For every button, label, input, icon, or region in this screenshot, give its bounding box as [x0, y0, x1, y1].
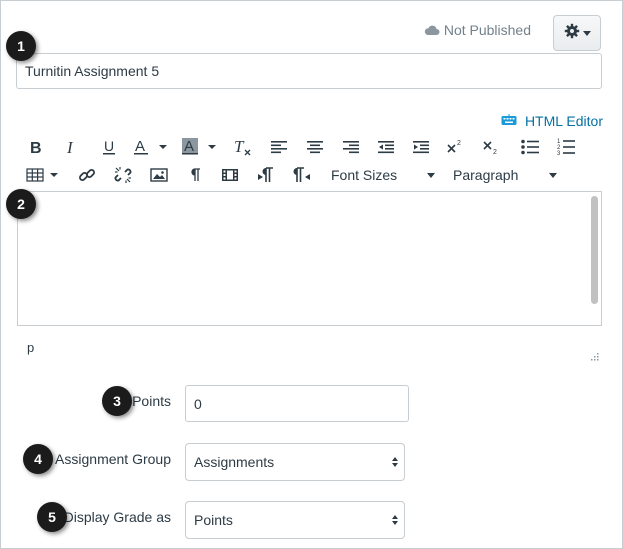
editor-scrollbar[interactable] [591, 196, 598, 304]
cloud-icon [424, 24, 440, 36]
paragraph-mark-button[interactable] [183, 164, 207, 186]
assignment-title-input[interactable] [16, 53, 602, 89]
chevron-down-icon [582, 30, 591, 36]
unlink-button[interactable] [111, 164, 135, 186]
html-editor-label: HTML Editor [524, 113, 603, 129]
numbered-list-button[interactable]: 123 [554, 136, 578, 158]
assignment-group-label: Assignment Group [55, 451, 171, 467]
align-center-button[interactable] [303, 136, 327, 158]
gear-icon [564, 23, 580, 44]
outdent-button[interactable] [374, 136, 398, 158]
italic-button[interactable]: I [60, 136, 84, 158]
rich-text-editor-body[interactable] [17, 191, 602, 326]
display-grade-label: Display Grade as [63, 509, 171, 525]
publish-status: Not Published [424, 22, 531, 38]
assignment-group-value: Assignments [194, 454, 275, 470]
bold-button[interactable]: B [24, 136, 48, 158]
paragraph-label: Paragraph [453, 167, 519, 183]
media-button[interactable] [218, 164, 242, 186]
editor-element-path: p [27, 340, 35, 355]
display-grade-select[interactable]: Points [185, 501, 405, 539]
points-input[interactable] [185, 385, 409, 422]
settings-menu-button[interactable] [553, 15, 601, 51]
keyboard-icon [501, 113, 517, 129]
link-button[interactable] [75, 164, 99, 186]
image-button[interactable] [147, 164, 171, 186]
font-sizes-dropdown[interactable]: Font Sizes [331, 164, 435, 186]
svg-text:3: 3 [557, 151, 561, 156]
publish-status-text: Not Published [443, 22, 531, 38]
svg-text:2: 2 [493, 149, 497, 156]
assignment-group-select[interactable]: Assignments [185, 443, 405, 481]
svg-text:2: 2 [457, 140, 461, 147]
select-arrows-icon [392, 457, 398, 467]
rtl-button[interactable] [290, 164, 314, 186]
subscript-button[interactable]: 2 [480, 136, 504, 158]
callout-badge-4: 4 [23, 444, 53, 474]
text-color-button[interactable]: A [133, 136, 171, 158]
svg-text:U: U [104, 139, 114, 154]
resize-handle-icon[interactable] [589, 350, 599, 361]
superscript-button[interactable]: 2 [444, 136, 468, 158]
clear-formatting-button[interactable]: T [231, 136, 255, 158]
align-left-button[interactable] [267, 136, 291, 158]
chevron-down-icon [549, 172, 557, 178]
align-right-button[interactable] [339, 136, 363, 158]
background-color-button[interactable]: A [182, 136, 220, 158]
callout-badge-5: 5 [37, 502, 67, 532]
ltr-button[interactable] [254, 164, 278, 186]
table-button[interactable] [26, 164, 62, 186]
svg-text:I: I [66, 140, 74, 154]
svg-text:T: T [234, 138, 245, 156]
underline-button[interactable]: U [97, 136, 121, 158]
display-grade-value: Points [194, 512, 233, 528]
chevron-down-icon [427, 172, 435, 178]
editor-toolbar-row-1: B I U A A T 2 2 123 [24, 136, 584, 158]
callout-badge-1: 1 [6, 31, 36, 61]
svg-text:B: B [30, 140, 42, 154]
indent-button[interactable] [409, 136, 433, 158]
svg-text:A: A [184, 138, 194, 155]
callout-badge-3: 3 [102, 386, 132, 416]
html-editor-link[interactable]: HTML Editor [501, 113, 603, 129]
editor-toolbar-row-2: Font Sizes Paragraph [26, 164, 566, 186]
callout-badge-2: 2 [6, 189, 36, 219]
paragraph-format-dropdown[interactable]: Paragraph [453, 164, 557, 186]
bullet-list-button[interactable] [518, 136, 542, 158]
svg-text:A: A [135, 138, 145, 155]
select-arrows-icon [392, 515, 398, 525]
font-sizes-label: Font Sizes [331, 167, 398, 183]
